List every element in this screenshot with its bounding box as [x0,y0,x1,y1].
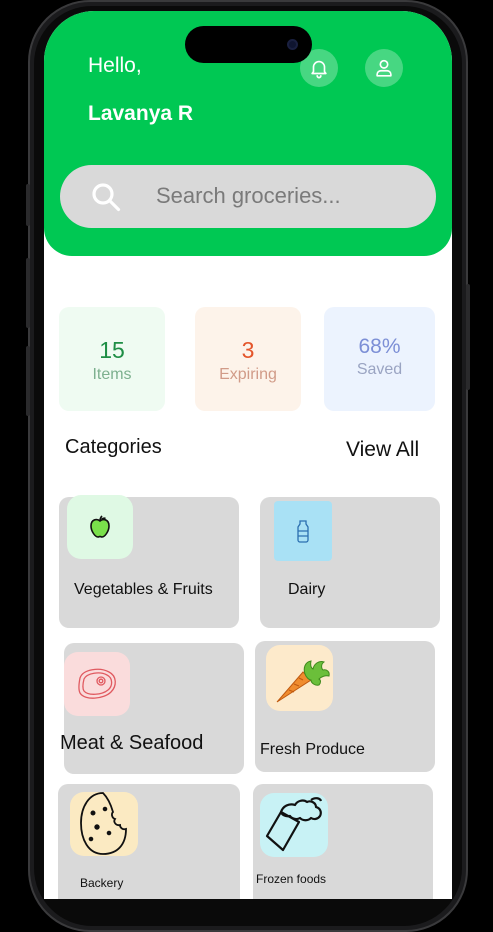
steak-icon [78,668,116,699]
category-icon-box [266,645,333,711]
stat-items-value: 15 [99,337,125,363]
stat-saved-value: 68% [358,335,401,358]
user-icon [376,59,392,77]
search-input[interactable]: Search groceries... [156,183,341,209]
volume-up-button [26,258,30,328]
category-card-frozen[interactable]: Frozen foods [253,784,433,899]
camera-dot [287,39,298,50]
stat-items-label: Items [92,366,132,383]
stat-expiring-card[interactable]: 3 Expiring [195,307,301,411]
bell-icon [311,60,327,79]
category-label: Backery [80,876,124,890]
category-card-vegetables[interactable]: Vegetables & Fruits [59,495,239,628]
category-icon-box [274,501,332,561]
category-card-dairy[interactable]: Dairy [260,497,440,628]
search-icon [92,183,121,212]
profile-button[interactable] [365,49,403,87]
power-button [466,284,470,390]
action-button [26,184,30,226]
category-card-bakery[interactable]: Backery [58,784,240,899]
stat-expiring-label: Expiring [219,366,277,383]
category-icon-box [260,793,328,857]
category-card-fresh-produce[interactable]: Fresh Produce [255,641,435,772]
dynamic-island [185,26,312,63]
ice-cream-icon [265,797,323,852]
milk-bottle-icon [297,520,309,543]
category-label: Vegetables & Fruits [74,581,213,598]
cookie-icon [80,792,127,855]
app-screen: Hello, Lavanya R Search groceries... 15 [44,11,452,899]
greeting: Hello, [88,54,142,77]
apple-icon [90,515,110,538]
stat-expiring-value: 3 [241,337,255,363]
category-icon-box [64,652,130,716]
categories-heading: Categories [65,436,162,458]
carrot-icon [276,660,330,703]
category-label: Dairy [288,581,326,598]
view-all-link[interactable]: View All [346,438,419,462]
user-name: Lavanya R [88,102,194,125]
category-label: Frozen foods [256,872,327,886]
category-label: Meat & Seafood [60,732,204,754]
stat-items-card[interactable]: 15 Items [59,307,165,411]
search-bar[interactable]: Search groceries... [60,165,436,228]
category-icon-box [70,792,138,856]
category-icon-box [67,495,133,559]
category-card-meat[interactable]: Meat & Seafood [60,643,244,774]
category-label: Fresh Produce [260,741,365,758]
stat-saved-label: Saved [356,361,403,378]
stat-saved-card[interactable]: 68% Saved [324,307,435,411]
volume-down-button [26,346,30,416]
